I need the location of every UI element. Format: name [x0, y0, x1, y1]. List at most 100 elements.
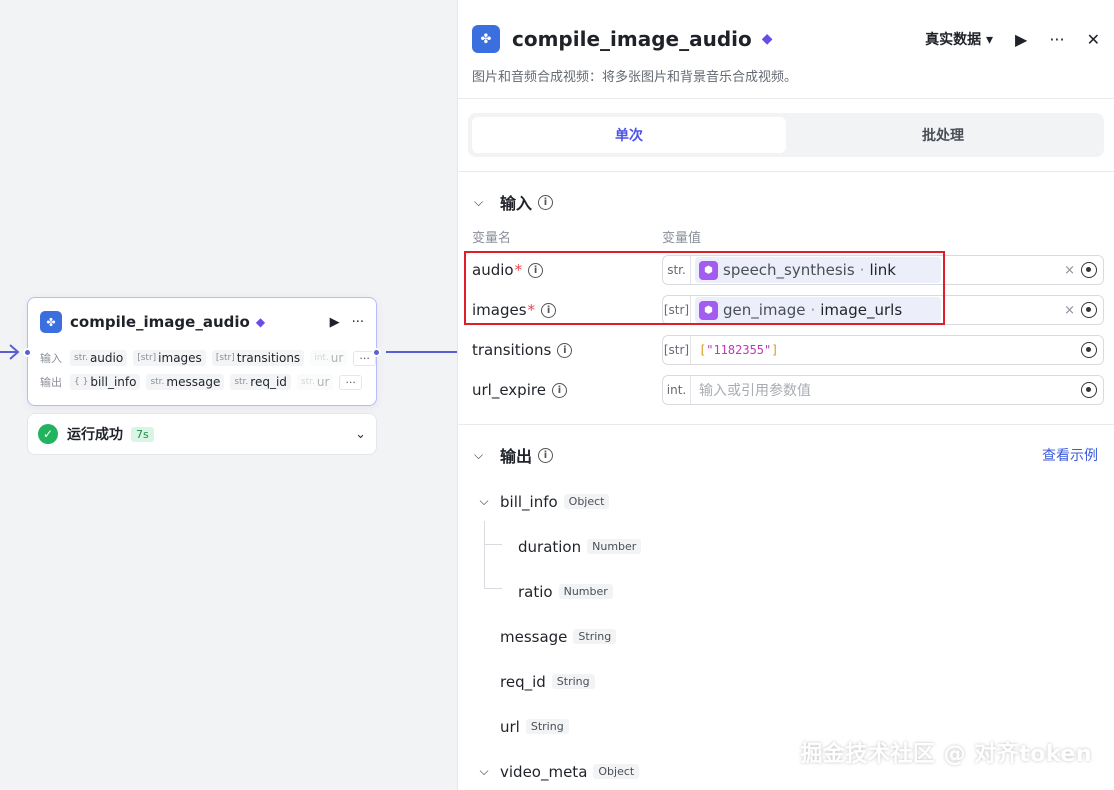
input-chip-transitions: [str] transitions	[211, 350, 305, 366]
outputs-more-button[interactable]: ···	[339, 374, 362, 390]
field-name: transitions	[472, 341, 552, 359]
node-detail-panel: ✤ compile_image_audio ◆ 真实数据 ▾ ▶ ··· ✕ 图…	[457, 0, 1114, 790]
output-port[interactable]	[372, 348, 381, 357]
type-badge: [str]	[663, 336, 691, 364]
col-value-header: 变量值	[662, 230, 702, 246]
output-item-message: message String	[500, 614, 1114, 659]
field-row-url-expire: url_expire i int. 输入或引用参数值	[458, 370, 1114, 410]
more-icon[interactable]: ···	[1049, 30, 1064, 49]
url-expire-value-input[interactable]: int. 输入或引用参数值	[662, 375, 1104, 405]
input-chip-url-expire: int. ur	[310, 350, 348, 366]
required-mark: *	[527, 301, 536, 319]
output-chip-message: str. message	[146, 374, 225, 390]
field-row-transitions: transitions i [str] ["1182355"]	[458, 330, 1114, 370]
type-tag: Number	[558, 584, 613, 599]
divider	[458, 171, 1114, 172]
watermark: 掘金技术社区 @ 对齐token	[800, 742, 1092, 767]
node-inputs-row: 输入 str. audio [str] images [str] transition…	[28, 346, 376, 370]
type-tag: String	[551, 674, 595, 689]
output-chip-bill-info: { } bill_info	[70, 374, 141, 390]
outputs-label: 输出	[40, 376, 62, 389]
panel-header: ✤ compile_image_audio ◆ 真实数据 ▾ ▶ ··· ✕ 图…	[458, 0, 1114, 99]
success-check-icon: ✓	[38, 424, 58, 444]
ref-var-name: link	[869, 261, 896, 279]
cube-icon: ⬢	[699, 300, 718, 320]
tree-guide-line	[484, 521, 485, 588]
run-status-bar[interactable]: ✓ 运行成功 7s ⌄	[27, 413, 377, 455]
field-name: url_expire	[472, 381, 546, 399]
tree-branch-line	[484, 588, 502, 589]
output-section-title: 输出	[500, 447, 533, 466]
workflow-node[interactable]: ✤ compile_image_audio ◆ ▶ ··· 输入 str. aud…	[23, 297, 381, 406]
input-placeholder: 输入或引用参数值	[699, 383, 811, 399]
type-tag: Number	[587, 539, 642, 554]
reference-target-icon[interactable]	[1081, 262, 1097, 278]
run-icon[interactable]: ▶	[1015, 30, 1027, 49]
json-value[interactable]: ["1182355"]	[699, 343, 779, 357]
tab-batch[interactable]: 批处理	[786, 117, 1100, 153]
tree-branch-line	[484, 544, 502, 545]
run-mode-tabs: 单次 批处理	[468, 113, 1104, 157]
output-chip-url: str. ur	[296, 374, 334, 390]
type-tag: String	[525, 719, 569, 734]
chevron-down-icon[interactable]: ⌵	[474, 195, 494, 210]
input-section-title: 输入	[500, 194, 533, 213]
node-title: compile_image_audio	[70, 313, 250, 331]
plugin-icon: ✤	[40, 311, 62, 333]
workflow-canvas[interactable]: ✤ compile_image_audio ◆ ▶ ··· 输入 str. aud…	[0, 0, 457, 790]
panel-description: 图片和音频合成视频：将多张图片和背景音乐合成视频。	[472, 70, 798, 85]
ref-var-name: image_urls	[820, 301, 903, 319]
chevron-down-icon[interactable]: ⌵	[474, 448, 494, 463]
ref-node-name: gen_image	[723, 301, 806, 319]
info-icon[interactable]: i	[538, 447, 554, 463]
clear-icon[interactable]: ×	[1064, 303, 1075, 318]
incoming-edge-arrow	[0, 344, 20, 360]
field-name: audio	[472, 261, 514, 279]
info-icon[interactable]: i	[557, 342, 573, 358]
output-chip-req-id: str. req_id	[230, 374, 291, 390]
info-icon[interactable]: i	[541, 302, 557, 318]
input-chip-audio: str. audio	[70, 350, 128, 366]
output-item-ratio: ratio Number	[500, 569, 1114, 614]
reference-chip[interactable]: ⬢ gen_image · image_urls	[695, 297, 941, 323]
reference-target-icon[interactable]	[1081, 382, 1097, 398]
view-example-link[interactable]: 查看示例	[1042, 445, 1098, 465]
required-mark: *	[514, 261, 523, 279]
field-row-images: images * i [str] ⬢ gen_image · image_urls …	[458, 290, 1114, 330]
field-row-audio: audio * i str. ⬢ speech_synthesis · link ×	[458, 250, 1114, 290]
chevron-down-icon[interactable]: ⌄	[355, 427, 366, 442]
chevron-down-icon[interactable]: ⌵	[476, 494, 492, 509]
col-name-header: 变量名	[472, 230, 512, 246]
chevron-down-icon[interactable]: ⌵	[476, 764, 492, 779]
premium-gem-icon: ◆	[255, 315, 266, 329]
input-section-header[interactable]: ⌵ 输入 i	[458, 182, 1114, 222]
reference-target-icon[interactable]	[1081, 302, 1097, 318]
output-item-bill-info[interactable]: ⌵ bill_info Object	[479, 479, 1114, 524]
run-node-icon[interactable]: ▶	[330, 315, 340, 330]
field-name: images	[472, 301, 527, 319]
tab-single[interactable]: 单次	[472, 117, 786, 153]
type-badge: str.	[663, 256, 691, 284]
panel-title: compile_image_audio	[512, 27, 752, 51]
cube-icon: ⬢	[699, 260, 718, 280]
info-icon[interactable]: i	[538, 194, 554, 210]
images-value-input[interactable]: [str] ⬢ gen_image · image_urls ×	[662, 295, 1104, 325]
more-options-icon[interactable]: ···	[352, 315, 364, 330]
output-section-header[interactable]: ⌵ 输出 i 查看示例	[458, 435, 1114, 475]
reference-target-icon[interactable]	[1081, 342, 1097, 358]
audio-value-input[interactable]: str. ⬢ speech_synthesis · link ×	[662, 255, 1104, 285]
premium-gem-icon: ◆	[761, 31, 773, 47]
type-tag: Object	[593, 764, 640, 779]
info-icon[interactable]: i	[551, 382, 567, 398]
info-icon[interactable]: i	[528, 262, 544, 278]
transitions-value-input[interactable]: [str] ["1182355"]	[662, 335, 1104, 365]
data-mode-select[interactable]: 真实数据 ▾	[925, 29, 993, 49]
output-item-duration: duration Number	[500, 524, 1114, 569]
output-item-req-id: req_id String	[500, 659, 1114, 704]
reference-chip[interactable]: ⬢ speech_synthesis · link	[695, 257, 941, 283]
input-port[interactable]	[23, 348, 32, 357]
type-tag: Object	[563, 494, 610, 509]
clear-icon[interactable]: ×	[1064, 263, 1075, 278]
node-header: ✤ compile_image_audio ◆ ▶ ···	[28, 298, 376, 346]
close-icon[interactable]: ✕	[1087, 30, 1100, 49]
